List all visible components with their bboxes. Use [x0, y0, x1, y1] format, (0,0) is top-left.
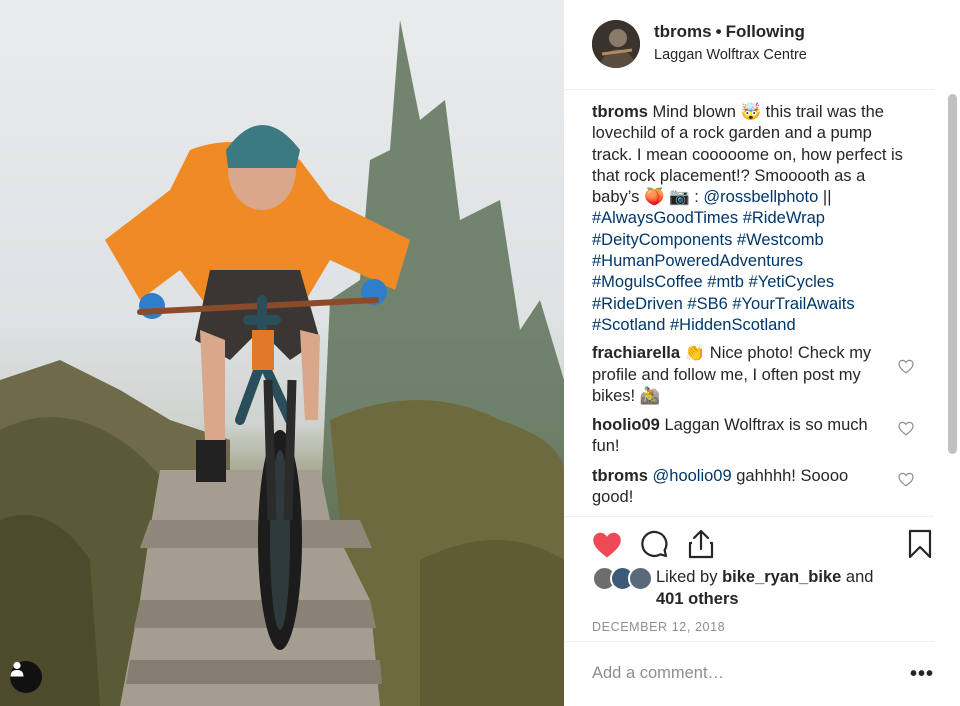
follow-status-button[interactable]: Following: [726, 22, 805, 41]
hashtag-link[interactable]: #MogulsCoffee: [592, 273, 703, 291]
post-caption: tbroms Mind blown 🤯 this trail was the l…: [592, 102, 910, 336]
owner-line: tbroms • Following: [654, 22, 805, 42]
comments-list[interactable]: tbroms Mind blown 🤯 this trail was the l…: [592, 102, 944, 514]
more-options-button[interactable]: •••: [910, 664, 934, 684]
comment-username[interactable]: hoolio09: [592, 416, 660, 434]
liker-avatar: [628, 566, 653, 591]
hashtag-link[interactable]: #HumanPoweredAdventures: [592, 252, 803, 270]
hashtag-link[interactable]: #SB6: [687, 295, 727, 313]
caption-username[interactable]: tbroms: [592, 103, 648, 121]
comment-mention[interactable]: @hoolio09: [653, 467, 732, 485]
hashtag-link[interactable]: #DeityComponents: [592, 231, 732, 249]
hashtag-link[interactable]: #Scotland: [592, 316, 665, 334]
comment-username[interactable]: frachiarella: [592, 344, 680, 362]
add-comment-input[interactable]: [592, 664, 902, 683]
post-location[interactable]: Laggan Wolftrax Centre: [654, 47, 807, 63]
share-upload-icon[interactable]: [688, 529, 714, 559]
comment-username[interactable]: tbroms: [592, 467, 648, 485]
hashtag-link[interactable]: #AlwaysGoodTimes: [592, 209, 738, 227]
owner-avatar[interactable]: [592, 20, 640, 68]
bookmark-icon[interactable]: [908, 529, 932, 559]
comment-item: frachiarella 👏 Nice photo! Check my prof…: [592, 343, 914, 407]
likes-prefix: Liked by: [656, 568, 718, 586]
heart-outline-icon[interactable]: [898, 421, 914, 436]
comment-item: tbroms @hoolio09 gahhhh! Soooo good!: [592, 466, 914, 509]
separator-dot: •: [715, 22, 722, 41]
liker-avatars[interactable]: [592, 566, 654, 592]
post-date[interactable]: DECEMBER 12, 2018: [592, 620, 725, 634]
photo-illustration: [0, 20, 564, 706]
hashtag-link[interactable]: #mtb: [707, 273, 744, 291]
likes-conjunction: and: [845, 568, 874, 586]
heart-outline-icon[interactable]: [898, 472, 914, 487]
likes-text: Liked by bike_ryan_bike and 401 others: [656, 567, 886, 610]
avatar-image: [592, 20, 640, 68]
heart-filled-icon[interactable]: [592, 531, 622, 559]
comment-item: hoolio09 Laggan Wolftrax is so much fun!: [592, 415, 914, 458]
caption-separator: ||: [818, 188, 832, 207]
liked-by-username[interactable]: bike_ryan_bike: [722, 568, 841, 586]
owner-username[interactable]: tbroms: [654, 22, 712, 41]
post-photo[interactable]: [0, 0, 564, 706]
post-header: tbroms • Following Laggan Wolftrax Centre: [564, 0, 934, 90]
hashtag-link[interactable]: #YetiCycles: [749, 273, 835, 291]
heart-outline-icon[interactable]: [898, 359, 914, 374]
post-side-panel: tbroms • Following Laggan Wolftrax Centre …: [564, 0, 960, 706]
comments-scrollbar[interactable]: [948, 94, 957, 454]
user-icon: [10, 661, 24, 677]
caption-mention[interactable]: @rossbellphoto: [703, 188, 818, 206]
hashtag-link[interactable]: #HiddenScotland: [670, 316, 796, 334]
likes-others-link[interactable]: 401 others: [656, 590, 739, 608]
comment-bubble-icon[interactable]: [640, 530, 668, 558]
hashtag-link[interactable]: #YourTrailAwaits: [732, 295, 854, 313]
hashtag-link[interactable]: #RideWrap: [743, 209, 825, 227]
hashtag-link[interactable]: #RideDriven: [592, 295, 683, 313]
tagged-user-button[interactable]: [10, 661, 42, 693]
hashtag-link[interactable]: #Westcomb: [737, 231, 824, 249]
